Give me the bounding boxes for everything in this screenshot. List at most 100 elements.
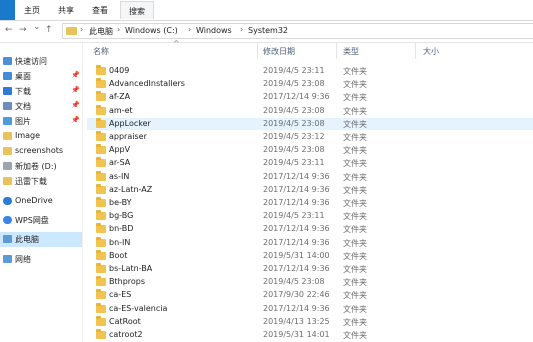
file-type: 文件夹 [343,146,367,156]
file-row[interactable]: AdvancedInstallers 2019/4/5 23:08 文件夹 [87,78,533,90]
column-header-name[interactable]: 名称 [93,46,109,57]
file-row[interactable]: as-IN 2017/12/14 9:36 文件夹 [87,170,533,183]
up-arrow-icon[interactable]: ↑ [45,25,53,35]
column-header-type[interactable]: 类型 [343,46,359,57]
file-row[interactable]: bs-Latn-BA 2017/12/14 9:36 文件夹 [87,263,533,275]
column-header-row: ^ 名称 修改日期 类型 大小 [87,39,533,60]
file-modified-date: 2019/4/5 23:08 [263,145,325,155]
breadcrumb-windows[interactable]: Windows [196,26,232,35]
file-type: 文件夹 [343,159,367,169]
file-row[interactable]: CatRoot 2019/4/13 13:25 文件夹 [87,315,533,328]
column-divider[interactable] [415,43,416,59]
back-arrow-icon[interactable]: ← [5,25,13,35]
chevron-right-icon[interactable]: › [188,25,191,34]
address-bar[interactable]: › 此电脑 › Windows (C:) › Windows › System3… [62,23,533,39]
column-divider[interactable] [257,43,258,59]
sidebar-item-label: OneDrive [15,196,53,205]
file-row[interactable]: ca-ES-valencia 2017/12/14 9:36 文件夹 [87,302,533,315]
file-row[interactable]: bg-BG 2019/4/5 23:11 文件夹 [87,210,533,222]
sidebar-item-desktop[interactable]: 桌面 📌 [0,69,82,84]
chevron-right-icon[interactable]: › [240,25,243,34]
sidebar-item-label: 新加卷 (D:) [15,162,57,171]
breadcrumb-this-pc[interactable]: 此电脑 [89,26,113,37]
sidebar-item-label: 下载 [15,87,31,96]
sidebar-item-image[interactable]: Image [0,129,82,144]
sidebar-item-downloads[interactable]: 下载 📌 [0,84,82,99]
file-name: af-ZA [109,92,131,102]
pin-icon[interactable]: 📌 [71,116,80,124]
folder-icon [3,147,12,155]
sidebar-item-label: 桌面 [15,72,31,81]
tab-share[interactable]: 共享 [58,5,74,16]
recent-locations-chevron-icon[interactable]: ⌄ [33,22,41,32]
sidebar-item-this-pc[interactable]: 此电脑 [0,232,82,247]
file-row[interactable]: 0409 2019/4/5 23:11 文件夹 [87,65,533,77]
cloud-icon [3,216,12,224]
tab-search[interactable]: 搜索 [120,1,154,19]
pin-icon[interactable]: 📌 [71,71,80,79]
sidebar-item-xunlei-downloads[interactable]: 迅雷下载 [0,174,82,189]
pin-icon[interactable]: 📌 [71,86,80,94]
sidebar-item-wps-cloud[interactable]: WPS网盘 [0,213,82,228]
sidebar-item-network[interactable]: 网络 [0,252,82,267]
breadcrumb-c-drive[interactable]: Windows (C:) [125,26,178,35]
folder-icon [96,329,106,339]
file-modified-date: 2019/5/31 14:01 [263,330,330,339]
folder-icon [96,78,106,89]
sidebar-item-label: WPS网盘 [15,216,49,225]
file-row[interactable]: bn-BD 2017/12/14 9:36 文件夹 [87,223,533,235]
sidebar-item-drive-d[interactable]: 新加卷 (D:) [0,159,82,174]
file-row[interactable]: ar-SA 2019/4/5 23:11 文件夹 [87,157,533,169]
folder-icon [96,249,106,260]
folder-icon [96,157,106,168]
file-row[interactable]: az-Latn-AZ 2017/12/14 9:36 文件夹 [87,183,533,196]
file-modified-date: 2019/4/5 23:08 [263,118,325,128]
file-row[interactable]: AppV 2019/4/5 23:08 文件夹 [87,144,533,156]
file-name: az-Latn-AZ [109,184,153,194]
file-modified-date: 2017/12/14 9:36 [263,171,330,181]
sidebar-item-label: Image [15,131,41,140]
drive-icon [3,162,12,170]
desktop-icon [3,72,12,80]
file-row[interactable]: af-ZA 2017/12/14 9:36 文件夹 [87,91,533,103]
sidebar-item-screenshots[interactable]: screenshots [0,144,82,159]
column-header-size[interactable]: 大小 [423,46,439,57]
file-name: appraiser [109,132,147,141]
sort-ascending-icon: ^ [173,39,180,48]
file-row[interactable]: Boot 2019/5/31 14:00 文件夹 [87,249,533,262]
column-header-modified[interactable]: 修改日期 [263,46,295,57]
tab-view[interactable]: 查看 [92,5,108,16]
file-modified-date: 2019/4/5 23:12 [263,132,325,141]
file-row[interactable]: Bthprops 2019/4/5 23:08 文件夹 [87,276,533,288]
folder-icon [66,27,77,35]
pin-icon[interactable]: 📌 [71,101,80,109]
forward-arrow-icon[interactable]: → [19,25,27,35]
file-name: CatRoot [109,316,141,326]
tab-home[interactable]: 主页 [24,5,40,16]
sidebar-item-pictures[interactable]: 图片 📌 [0,114,82,129]
file-row[interactable]: bn-IN 2017/12/14 9:36 文件夹 [87,236,533,249]
file-row[interactable]: ca-ES 2017/9/30 22:46 文件夹 [87,289,533,301]
file-type: 文件夹 [343,212,367,222]
file-modified-date: 2019/4/5 23:08 [263,105,325,115]
file-row[interactable]: be-BY 2017/12/14 9:36 文件夹 [87,197,533,209]
sidebar-item-onedrive[interactable]: OneDrive [0,194,82,209]
file-menu-tab[interactable] [0,0,15,20]
file-row[interactable]: appraiser 2019/4/5 23:12 文件夹 [87,131,533,143]
file-name: Boot [109,250,128,260]
folder-icon [96,289,106,300]
breadcrumb-system32[interactable]: System32 [248,26,288,35]
file-row[interactable]: AppLocker 2019/4/5 23:08 文件夹 [87,117,533,130]
sidebar-item-documents[interactable]: 文档 📌 [0,99,82,114]
folder-icon [96,91,106,102]
file-name: AppLocker [109,118,151,128]
file-type: 文件夹 [343,133,367,142]
column-divider[interactable] [336,43,337,59]
chevron-right-icon[interactable]: › [117,25,120,34]
sidebar-item-quick-access[interactable]: 快速访问 [0,54,82,69]
file-name: as-IN [109,171,130,181]
file-type: 文件夹 [343,185,367,195]
file-row[interactable]: am-et 2019/4/5 23:08 文件夹 [87,104,533,117]
folder-icon [96,276,106,287]
file-row[interactable]: catroot2 2019/5/31 14:01 文件夹 [87,329,533,341]
